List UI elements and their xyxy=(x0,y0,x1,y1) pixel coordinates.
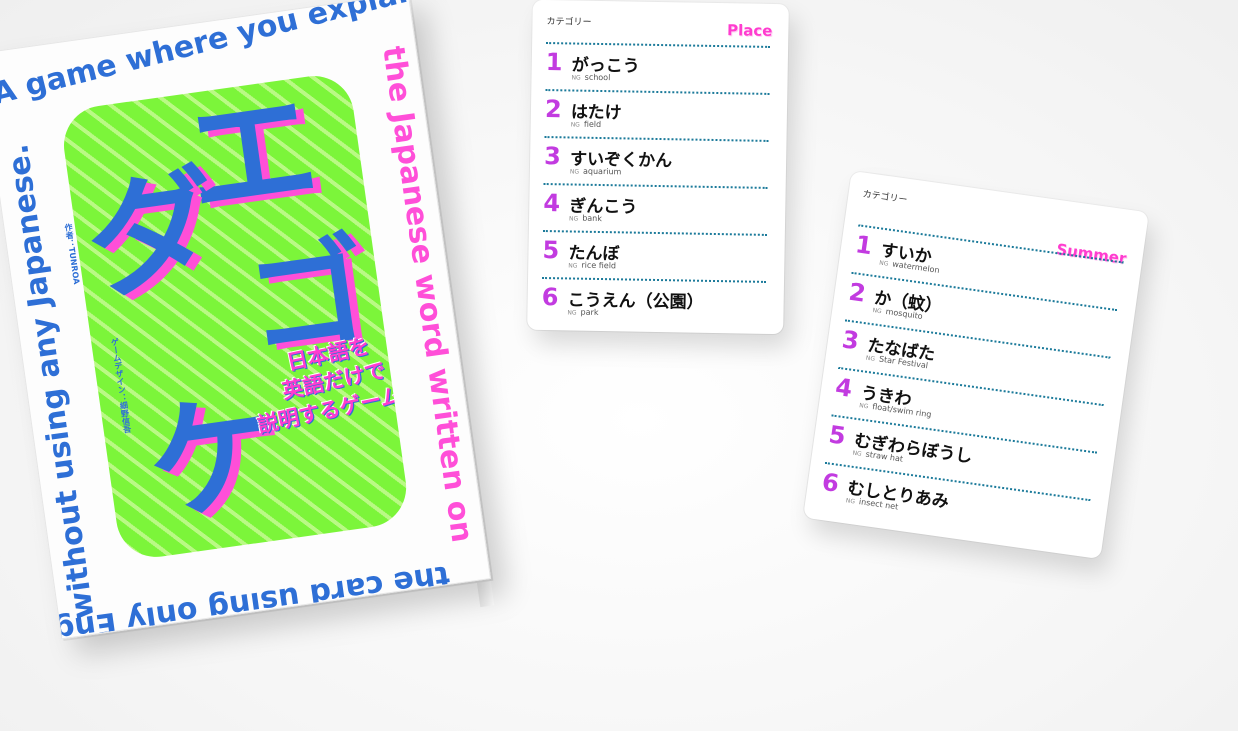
item-number: 5 xyxy=(542,235,560,265)
item-number: 6 xyxy=(820,467,841,498)
item-number: 6 xyxy=(541,282,559,312)
item-number: 2 xyxy=(847,277,868,308)
item-word: むぎわらぼうし xyxy=(852,430,974,468)
item-number: 3 xyxy=(543,142,562,171)
ng-word: field xyxy=(583,119,602,130)
list-item: 3 すいぞくかん NG aquarium xyxy=(543,136,769,187)
ng-tag: NG xyxy=(865,354,876,363)
ng-word: park xyxy=(580,307,599,317)
ng-tag: NG xyxy=(567,309,577,317)
ng-tag: NG xyxy=(872,307,883,316)
item-number: 4 xyxy=(543,189,561,218)
ng-tag: NG xyxy=(878,259,889,268)
ng-tag: NG xyxy=(571,74,581,82)
item-ng: NG school xyxy=(571,72,610,82)
item-number: 3 xyxy=(840,325,861,356)
item-number: 5 xyxy=(826,420,848,451)
item-number: 2 xyxy=(544,95,562,124)
item-number: 1 xyxy=(545,48,563,77)
ng-tag: NG xyxy=(569,168,580,176)
item-number: 4 xyxy=(833,372,855,403)
item-ng: NG rice field xyxy=(568,260,617,271)
item-number: 1 xyxy=(853,230,875,261)
ng-tag: NG xyxy=(570,121,580,129)
ng-word: bank xyxy=(582,213,602,224)
item-ng: NG field xyxy=(571,119,602,129)
ng-tag: NG xyxy=(858,402,869,411)
card-header: カテゴリー Place xyxy=(532,0,788,40)
title-kana-da: ダ xyxy=(76,150,227,320)
ng-word: aquarium xyxy=(582,166,622,177)
list-item: 5 たんぼ NG rice field xyxy=(542,230,767,281)
ng-tag: NG xyxy=(845,497,856,506)
item-ng: NG aquarium xyxy=(569,166,622,177)
category-name: Place xyxy=(726,21,773,40)
word-card-summer: カテゴリー Summer 1 すいか NG watermelon 2 か（蚊） N… xyxy=(803,170,1149,560)
list-item: 4 ぎんこう NG bank xyxy=(542,183,768,234)
ng-word: school xyxy=(584,72,611,83)
item-ng: NG park xyxy=(567,307,598,317)
title-panel: エ ダ ゴ ケ 日本語を 英語だけで 説明するゲーム。 xyxy=(58,70,412,563)
list-item: 6 こうえん（公園） NG park xyxy=(541,276,767,328)
list-item: 1 がっこう NG school xyxy=(545,42,771,93)
word-list: 1 すいか NG watermelon 2 か（蚊） NG mosquito 3 た… xyxy=(818,224,1124,547)
ng-word: watermelon xyxy=(891,259,941,275)
word-card-place: カテゴリー Place 1 がっこう NG school 2 はたけ NG fiel… xyxy=(527,0,789,335)
ng-word: rice field xyxy=(581,260,617,271)
list-item: 2 はたけ NG field xyxy=(544,89,770,140)
game-box: A game where you explain the Japanese wo… xyxy=(0,0,492,640)
ng-tag: NG xyxy=(568,262,578,270)
word-list: 1 がっこう NG school 2 はたけ NG field 3 すいぞくかん N… xyxy=(541,42,771,328)
ng-tag: NG xyxy=(852,449,863,458)
category-label: カテゴリー xyxy=(546,17,592,28)
item-ng: NG bank xyxy=(569,213,602,223)
ng-tag: NG xyxy=(569,215,579,223)
category-label: カテゴリー xyxy=(861,189,908,206)
